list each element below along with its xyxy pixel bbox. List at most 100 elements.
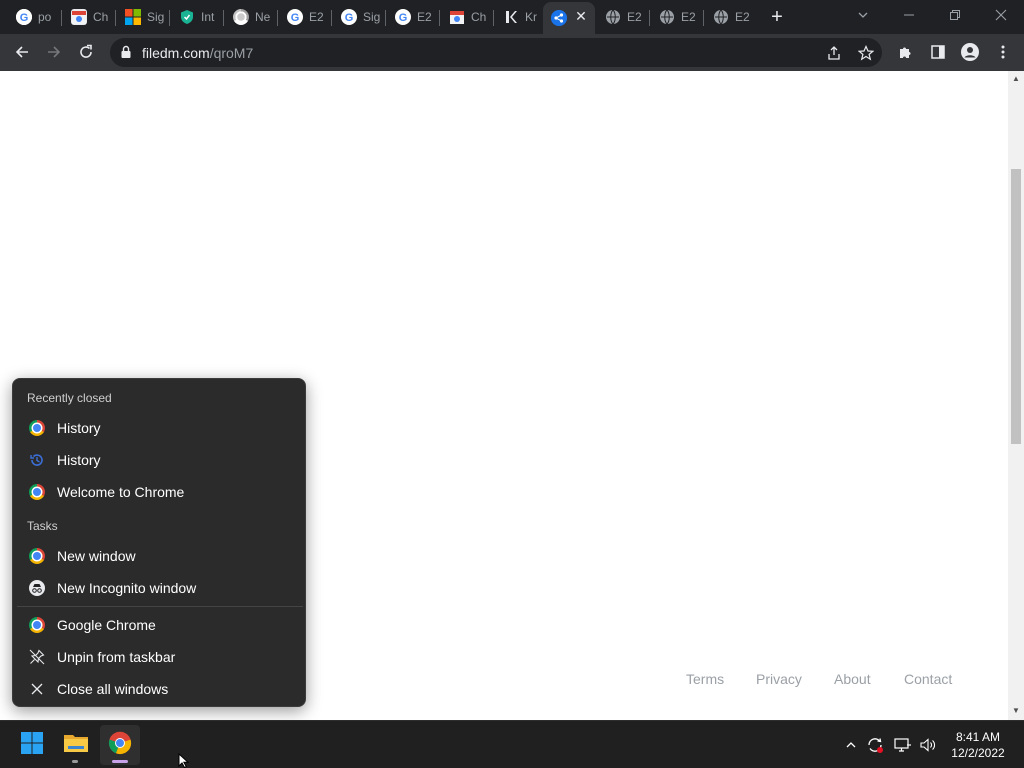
svg-text:G: G	[20, 12, 29, 24]
app-item-label: Close all windows	[57, 681, 169, 697]
start-button[interactable]	[12, 725, 52, 765]
tab-4[interactable]: Int	[171, 3, 221, 31]
tab-label: po	[38, 10, 52, 24]
task-new-window[interactable]: New window	[17, 541, 303, 571]
taskbar-google-chrome[interactable]	[100, 725, 140, 765]
jump-list-divider	[17, 606, 303, 607]
vertical-scrollbar[interactable]: ▲ ▼	[1008, 71, 1024, 720]
back-button[interactable]	[9, 39, 35, 65]
menu-kebab-icon[interactable]	[990, 39, 1016, 65]
tab-7[interactable]: G Sig	[333, 3, 383, 31]
recent-item-welcome[interactable]: Welcome to Chrome	[17, 477, 303, 507]
footer-link-about[interactable]: About	[834, 671, 871, 687]
tab-label: E2	[681, 10, 696, 24]
unpin-from-taskbar[interactable]: Unpin from taskbar	[17, 642, 303, 672]
tab-3[interactable]: Sig	[117, 3, 167, 31]
chrome-icon	[108, 731, 132, 760]
scroll-up-icon[interactable]: ▲	[1012, 75, 1020, 83]
sync-icon[interactable]	[865, 735, 885, 755]
close-icon	[29, 681, 45, 697]
unpin-icon	[29, 649, 45, 665]
incognito-icon	[29, 580, 45, 596]
tab-13[interactable]: E2	[651, 3, 701, 31]
task-new-incognito-window[interactable]: New Incognito window	[17, 573, 303, 603]
lock-icon[interactable]	[120, 45, 132, 64]
tab-label: Ne	[255, 10, 271, 24]
windows-taskbar: 8:41 AM 12/2/2022	[0, 720, 1024, 768]
tab-active[interactable]: ✕	[543, 2, 595, 34]
tab-strip: G po Ch Sig Int Ne G E2 G Sig G E2 Ch Kr…	[0, 0, 1024, 34]
volume-icon[interactable]	[918, 735, 938, 755]
reload-button[interactable]	[73, 39, 99, 65]
chrome-store-icon	[71, 9, 87, 25]
forward-button[interactable]	[41, 39, 67, 65]
app-google-chrome[interactable]: Google Chrome	[17, 610, 303, 640]
scroll-thumb[interactable]	[1011, 169, 1021, 444]
recent-item-label: History	[57, 452, 101, 468]
minimize-button[interactable]	[896, 4, 922, 28]
tab-9[interactable]: Ch	[441, 3, 491, 31]
url-path: /qroM7	[209, 45, 254, 61]
footer-link-terms[interactable]: Terms	[686, 671, 724, 687]
running-indicator	[72, 760, 78, 763]
side-panel-icon[interactable]	[925, 39, 951, 65]
scroll-down-icon[interactable]: ▼	[1012, 707, 1020, 715]
google-icon: G	[287, 9, 303, 25]
google-icon: G	[341, 9, 357, 25]
globe-icon	[713, 9, 729, 25]
tab-5[interactable]: Ne	[225, 3, 275, 31]
close-window-button[interactable]	[988, 4, 1014, 28]
recent-item-history[interactable]: History	[17, 413, 303, 443]
google-icon: G	[16, 9, 32, 25]
recently-closed-heading: Recently closed	[27, 391, 112, 405]
tab-label: Kr	[525, 10, 537, 24]
footer-link-contact[interactable]: Contact	[904, 671, 952, 687]
show-hidden-icons-chevron-icon[interactable]	[841, 735, 861, 755]
restore-button[interactable]	[942, 4, 968, 28]
address-bar[interactable]: filedm.com/qroM7	[110, 38, 882, 67]
footer-link-privacy[interactable]: Privacy	[756, 671, 802, 687]
network-icon[interactable]	[893, 735, 913, 755]
profile-avatar-icon[interactable]	[957, 39, 983, 65]
tab-label: Ch	[471, 10, 487, 24]
google-icon: G	[395, 9, 411, 25]
globe-icon	[659, 9, 675, 25]
chrome-icon	[29, 420, 45, 436]
active-indicator	[112, 760, 128, 763]
tab-1[interactable]: G po	[8, 3, 58, 31]
chrome-icon	[233, 9, 249, 25]
tab-search-icon[interactable]	[850, 4, 876, 28]
tab-14[interactable]: E2	[705, 3, 755, 31]
task-label: New Incognito window	[57, 580, 197, 596]
tab-12[interactable]: E2	[597, 3, 647, 31]
microsoft-icon	[125, 9, 141, 25]
recent-item-history-2[interactable]: History	[17, 445, 303, 475]
chrome-icon	[29, 484, 45, 500]
taskbar-file-explorer[interactable]	[56, 725, 96, 765]
windows-logo-icon	[20, 731, 44, 760]
extensions-icon[interactable]	[893, 39, 919, 65]
url-text[interactable]: filedm.com/qroM7	[142, 45, 253, 61]
system-clock[interactable]: 8:41 AM 12/2/2022	[948, 729, 1008, 761]
tab-10[interactable]: Kr	[495, 3, 543, 31]
tab-label: E2	[627, 10, 642, 24]
tab-label: E2	[735, 10, 750, 24]
tab-label: E2	[309, 10, 324, 24]
close-tab-icon[interactable]: ✕	[573, 8, 589, 24]
bookmark-star-icon[interactable]	[856, 43, 876, 63]
svg-text:G: G	[291, 12, 300, 24]
app-item-label: Unpin from taskbar	[57, 649, 176, 665]
close-all-windows[interactable]: Close all windows	[17, 674, 303, 704]
tab-6[interactable]: G E2	[279, 3, 329, 31]
recent-item-label: History	[57, 420, 101, 436]
new-tab-button[interactable]: +	[766, 6, 788, 28]
chrome-icon	[29, 548, 45, 564]
app-item-label: Google Chrome	[57, 617, 156, 633]
svg-text:G: G	[399, 12, 408, 24]
tab-8[interactable]: G E2	[387, 3, 437, 31]
share-icon	[551, 10, 567, 26]
tab-2[interactable]: Ch	[63, 3, 113, 31]
tab-label: Sig	[363, 10, 381, 24]
folder-icon	[63, 732, 89, 759]
share-page-icon[interactable]	[824, 43, 844, 63]
